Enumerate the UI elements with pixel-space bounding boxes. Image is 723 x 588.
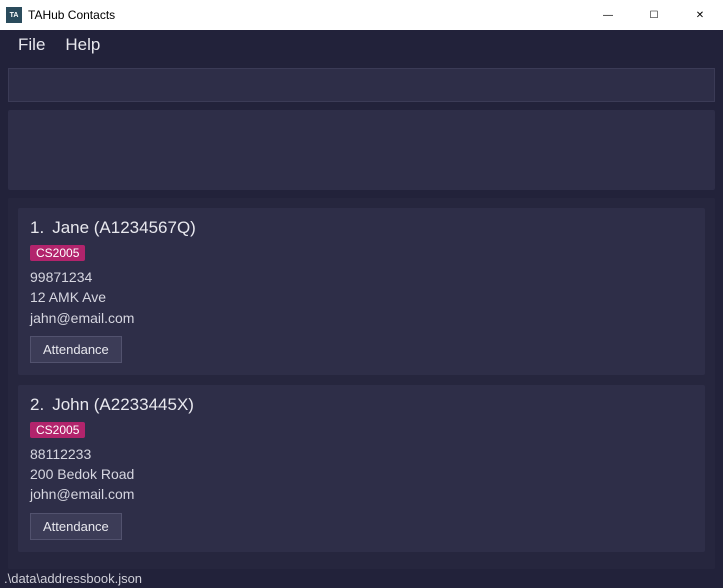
app-icon-text: TA <box>10 12 19 19</box>
minimize-icon: — <box>603 10 613 21</box>
contact-header: 1. Jane (A1234567Q) <box>30 218 693 238</box>
window-title: TAHub Contacts <box>28 8 115 22</box>
menu-help[interactable]: Help <box>57 33 108 57</box>
content-area: 1. Jane (A1234567Q) CS2005 9987123412 AMK A… <box>0 60 723 569</box>
contact-phone: 88112233 <box>30 444 693 464</box>
menu-file[interactable]: File <box>10 33 53 57</box>
result-panel <box>8 110 715 190</box>
contact-address: 200 Bedok Road <box>30 464 693 484</box>
contact-card[interactable]: 2. John (A2233445X) CS2005 88112233200 Bedo… <box>18 385 705 552</box>
contacts-panel[interactable]: 1. Jane (A1234567Q) CS2005 9987123412 AMK A… <box>8 198 715 569</box>
statusbar: .\data\addressbook.json <box>0 569 723 588</box>
maximize-button[interactable]: ☐ <box>631 0 677 30</box>
contact-card[interactable]: 1. Jane (A1234567Q) CS2005 9987123412 AMK A… <box>18 208 705 375</box>
minimize-button[interactable]: — <box>585 0 631 30</box>
contact-name: John (A2233445X) <box>52 395 194 415</box>
close-button[interactable]: ✕ <box>677 0 723 30</box>
contact-email: jahn@email.com <box>30 308 693 328</box>
attendance-button[interactable]: Attendance <box>30 336 122 363</box>
app-window: TA TAHub Contacts — ☐ ✕ File Help 1. Jane… <box>0 0 723 588</box>
window-controls: — ☐ ✕ <box>585 0 723 30</box>
attendance-button[interactable]: Attendance <box>30 513 122 540</box>
contact-header: 2. John (A2233445X) <box>30 395 693 415</box>
command-input[interactable] <box>8 68 715 102</box>
app-icon: TA <box>6 7 22 23</box>
maximize-icon: ☐ <box>650 10 659 21</box>
contact-address: 12 AMK Ave <box>30 287 693 307</box>
close-icon: ✕ <box>696 10 704 21</box>
contact-tag: CS2005 <box>30 422 85 438</box>
status-path: .\data\addressbook.json <box>4 571 142 586</box>
titlebar: TA TAHub Contacts — ☐ ✕ <box>0 0 723 30</box>
contact-tag: CS2005 <box>30 245 85 261</box>
contact-index: 1. <box>30 218 44 238</box>
contact-name: Jane (A1234567Q) <box>52 218 196 238</box>
contact-phone: 99871234 <box>30 267 693 287</box>
contact-email: john@email.com <box>30 484 693 504</box>
menubar: File Help <box>0 30 723 60</box>
contact-index: 2. <box>30 395 44 415</box>
